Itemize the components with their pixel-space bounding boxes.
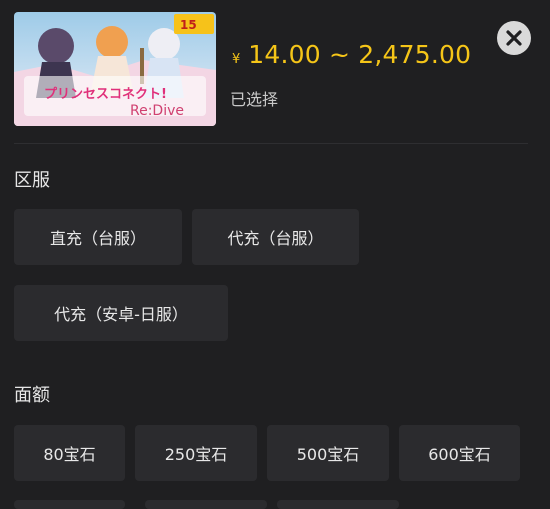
- sku-selector-sheet: プリンセスコネクト! Re:Dive 15 ¥ 14.00 ~ 2,475.00…: [0, 0, 550, 509]
- logo-title: プリンセスコネクト!: [44, 87, 167, 102]
- option-amount-next-row[interactable]: [277, 500, 399, 509]
- option-amount-80[interactable]: 80宝石: [14, 425, 125, 481]
- price-value: 14.00 ~ 2,475.00: [248, 40, 472, 69]
- price-range: ¥ 14.00 ~ 2,475.00: [232, 40, 471, 74]
- currency-symbol: ¥: [232, 52, 241, 67]
- age-badge: 15: [180, 18, 197, 32]
- divider: [14, 143, 528, 144]
- option-amount-next-row[interactable]: [14, 500, 125, 509]
- amount-section-title: 面额: [14, 385, 50, 406]
- selected-label: 已选择: [230, 90, 279, 109]
- server-section-title: 区服: [14, 170, 50, 191]
- option-amount-600[interactable]: 600宝石: [399, 425, 520, 481]
- close-icon: [506, 30, 522, 46]
- close-button[interactable]: [497, 21, 531, 55]
- option-amount-250[interactable]: 250宝石: [135, 425, 257, 481]
- option-amount-500[interactable]: 500宝石: [267, 425, 389, 481]
- option-server-proxy-android-jp[interactable]: 代充（安卓-日服）: [14, 285, 228, 341]
- product-header: プリンセスコネクト! Re:Dive 15 ¥ 14.00 ~ 2,475.00…: [0, 0, 550, 143]
- option-server-direct-tw[interactable]: 直充（台服）: [14, 209, 182, 265]
- logo-subtitle: Re:Dive: [130, 103, 184, 119]
- option-amount-next-row[interactable]: [145, 500, 267, 509]
- product-thumbnail: プリンセスコネクト! Re:Dive 15: [14, 12, 216, 126]
- option-server-proxy-tw[interactable]: 代充（台服）: [192, 209, 359, 265]
